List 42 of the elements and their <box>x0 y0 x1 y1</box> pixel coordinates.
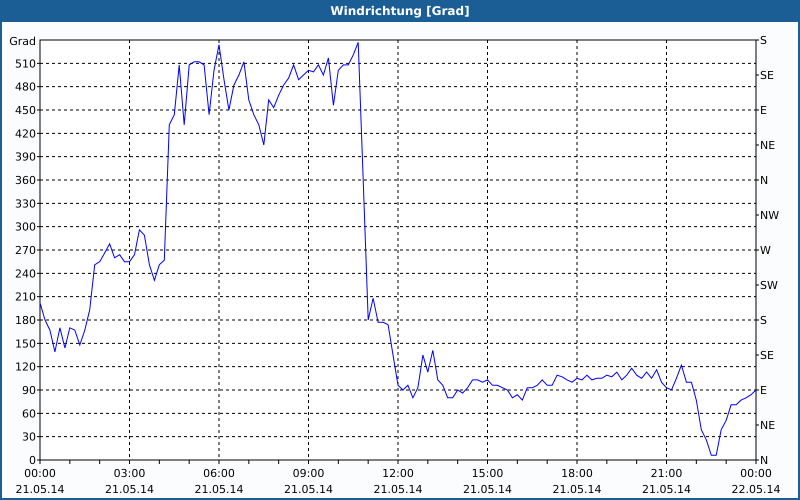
compass-direction-label: NE <box>760 419 776 432</box>
x-tick-label: 18:00 21.05.14 <box>552 467 602 496</box>
compass-direction-label: SE <box>760 69 774 82</box>
compass-direction-label: N <box>760 174 768 187</box>
y-tick-label: 0 <box>29 454 36 467</box>
y-tick-label: 360 <box>15 174 36 187</box>
x-tick-label: 06:00 21.05.14 <box>194 467 244 496</box>
y-tick-label: 330 <box>15 197 36 210</box>
y-tick-label: 120 <box>15 360 36 374</box>
y-tick-label: 180 <box>15 314 36 327</box>
y-tick-label: 90 <box>22 384 36 397</box>
compass-direction-label: E <box>760 384 767 397</box>
x-tick-label: 15:00 21.05.14 <box>463 467 512 496</box>
compass-direction-label: S <box>760 314 767 327</box>
y-axis-label: Grad <box>9 35 36 48</box>
y-tick-label: 150 <box>15 337 36 350</box>
x-tick-label: 00:00 22.05.14 <box>732 467 780 496</box>
y-tick-label: 390 <box>15 150 36 164</box>
compass-direction-label: SE <box>760 349 774 362</box>
y-tick-label: 270 <box>15 244 36 257</box>
y-tick-label: 30 <box>22 430 36 444</box>
x-tick-label: 09:00 21.05.14 <box>284 467 333 496</box>
x-tick-label: 03:00 21.05.14 <box>105 467 154 496</box>
y-tick-label: 210 <box>15 290 36 304</box>
compass-direction-label: E <box>760 104 767 117</box>
y-tick-label: 60 <box>22 407 36 420</box>
y-tick-label: 240 <box>15 267 36 280</box>
y-tick-label: 450 <box>15 104 36 117</box>
y-tick-label: 510 <box>15 57 36 70</box>
compass-direction-label: W <box>760 244 771 257</box>
compass-direction-label: S <box>760 34 767 47</box>
compass-direction-label: NW <box>760 209 780 222</box>
y-tick-label: 480 <box>15 80 36 94</box>
y-tick-label: 300 <box>15 220 36 234</box>
x-tick-label: 21:00 21.05.14 <box>642 467 691 496</box>
x-tick-label: 12:00 21.05.14 <box>374 467 422 496</box>
compass-direction-label: NE <box>760 139 776 152</box>
y-tick-label: 420 <box>15 127 36 140</box>
compass-direction-label: N <box>760 454 768 467</box>
compass-direction-label: SW <box>760 279 778 292</box>
window-title: Windrichtung [Grad] <box>2 0 798 22</box>
x-tick-label: 00:00 21.05.14 <box>16 467 64 496</box>
